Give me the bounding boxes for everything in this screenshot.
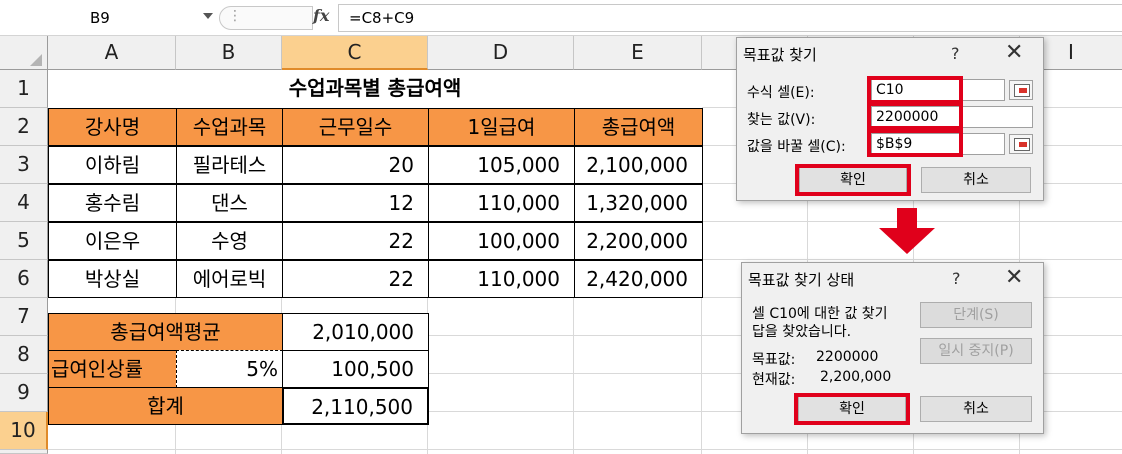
header-cell[interactable]: 수업과목 xyxy=(176,108,283,146)
select-all-icon xyxy=(30,54,42,66)
header-cell[interactable]: 총급여액 xyxy=(574,108,703,146)
column-header-a[interactable]: A xyxy=(48,36,176,70)
table-cell[interactable]: 105,000 xyxy=(428,146,575,184)
table-cell[interactable]: 홍수림 xyxy=(48,184,177,222)
table-cell[interactable]: 20 xyxy=(282,146,429,184)
target-value: 2200000 xyxy=(816,349,879,365)
row-header-4[interactable]: 4 xyxy=(0,184,48,222)
average-label[interactable]: 총급여액평균 xyxy=(48,313,283,351)
total-label[interactable]: 합계 xyxy=(48,387,283,425)
table-cell[interactable]: 에어로빅 xyxy=(176,260,283,298)
highlight-box xyxy=(795,164,911,196)
sheet-title[interactable]: 수업과목별 총급여액 xyxy=(48,70,702,108)
current-label: 현재값: xyxy=(752,372,796,388)
table-cell[interactable]: 필라테스 xyxy=(176,146,283,184)
column-header-b[interactable]: B xyxy=(176,36,282,70)
step-button[interactable]: 단계(S) xyxy=(920,302,1032,328)
row-header-11[interactable] xyxy=(0,450,48,454)
total-value-selected[interactable]: 2,110,500 xyxy=(282,387,429,425)
raise-rate-label[interactable]: 급여인상률 xyxy=(48,350,177,388)
table-cell[interactable]: 100,000 xyxy=(428,222,575,260)
row-header-5[interactable]: 5 xyxy=(0,222,48,260)
header-cell[interactable]: 강사명 xyxy=(48,108,177,146)
status-message-line2: 답을 찾았습니다. xyxy=(752,324,852,340)
row-header-6[interactable]: 6 xyxy=(0,260,48,298)
highlight-box xyxy=(794,393,910,425)
average-value[interactable]: 2,010,000 xyxy=(282,313,429,351)
collapse-dialog-icon[interactable] xyxy=(1009,80,1033,100)
name-box[interactable]: B9 xyxy=(0,5,212,31)
dialog-title: 목표값 찾기 xyxy=(743,46,817,64)
set-cell-label: 수식 셀(E): xyxy=(747,85,815,101)
table-cell[interactable]: 2,420,000 xyxy=(574,260,703,298)
name-box-dropdown-icon[interactable] xyxy=(203,13,213,19)
more-icon: ⋮ xyxy=(228,8,242,24)
table-cell[interactable]: 이은우 xyxy=(48,222,177,260)
table-cell[interactable]: 110,000 xyxy=(428,184,575,222)
help-icon[interactable]: ? xyxy=(952,269,961,288)
row-header-2[interactable]: 2 xyxy=(0,108,48,146)
table-cell[interactable]: 22 xyxy=(282,222,429,260)
row-header-8[interactable]: 8 xyxy=(0,336,48,374)
table-cell[interactable]: 2,200,000 xyxy=(574,222,703,260)
column-header-d[interactable]: D xyxy=(428,36,574,70)
table-cell[interactable]: 수영 xyxy=(176,222,283,260)
column-header-e[interactable]: E xyxy=(574,36,702,70)
header-cell[interactable]: 1일급여 xyxy=(428,108,575,146)
row-header-10[interactable]: 10 xyxy=(0,412,48,450)
row-header-7[interactable]: 7 xyxy=(0,298,48,336)
header-cell[interactable]: 근무일수 xyxy=(282,108,429,146)
current-value: 2,200,000 xyxy=(820,369,892,385)
highlight-box xyxy=(867,76,963,104)
table-cell[interactable]: 댄스 xyxy=(176,184,283,222)
arrow-down-icon xyxy=(879,208,935,254)
dialog-title: 목표값 찾기 상태 xyxy=(748,271,855,289)
table-cell[interactable]: 2,100,000 xyxy=(574,146,703,184)
cancel-button[interactable]: 취소 xyxy=(921,167,1031,193)
pause-button[interactable]: 일시 중지(P) xyxy=(920,338,1032,364)
row-header-3[interactable]: 3 xyxy=(0,146,48,184)
collapse-dialog-icon[interactable] xyxy=(1009,134,1033,154)
goal-seek-dialog: 목표값 찾기 ? ✕ 수식 셀(E): C10 찾는 값(V): 2200000… xyxy=(736,37,1044,201)
table-cell[interactable]: 박상실 xyxy=(48,260,177,298)
to-value-label: 찾는 값(V): xyxy=(747,112,816,128)
help-icon[interactable]: ? xyxy=(951,44,960,63)
highlight-box xyxy=(867,102,963,130)
table-cell[interactable]: 12 xyxy=(282,184,429,222)
table-cell[interactable]: 이하림 xyxy=(48,146,177,184)
column-header-c[interactable]: C xyxy=(282,36,428,70)
formula-input[interactable]: =C8+C9 xyxy=(338,4,1122,32)
target-label: 목표값: xyxy=(752,352,796,368)
changing-cell-label: 값을 바꿀 셀(C): xyxy=(747,139,846,155)
status-message-line1: 셀 C10에 대한 값 찾기 xyxy=(752,306,888,322)
table-cell[interactable]: 110,000 xyxy=(428,260,575,298)
highlight-box xyxy=(867,129,963,157)
raise-rate-cell[interactable]: 5% xyxy=(176,350,283,388)
table-cell[interactable]: 1,320,000 xyxy=(574,184,703,222)
goal-seek-status-dialog: 목표값 찾기 상태 ? ✕ 셀 C10에 대한 값 찾기 답을 찾았습니다. 목… xyxy=(741,262,1044,434)
table-cell[interactable]: 22 xyxy=(282,260,429,298)
raise-amount-value[interactable]: 100,500 xyxy=(282,350,429,388)
close-icon[interactable]: ✕ xyxy=(1005,265,1023,290)
row-header-1[interactable]: 1 xyxy=(0,70,48,108)
close-icon[interactable]: ✕ xyxy=(1005,40,1023,65)
cancel-button[interactable]: 취소 xyxy=(920,396,1032,422)
insert-function-icon[interactable]: fx xyxy=(313,6,329,25)
row-header-9[interactable]: 9 xyxy=(0,374,48,412)
